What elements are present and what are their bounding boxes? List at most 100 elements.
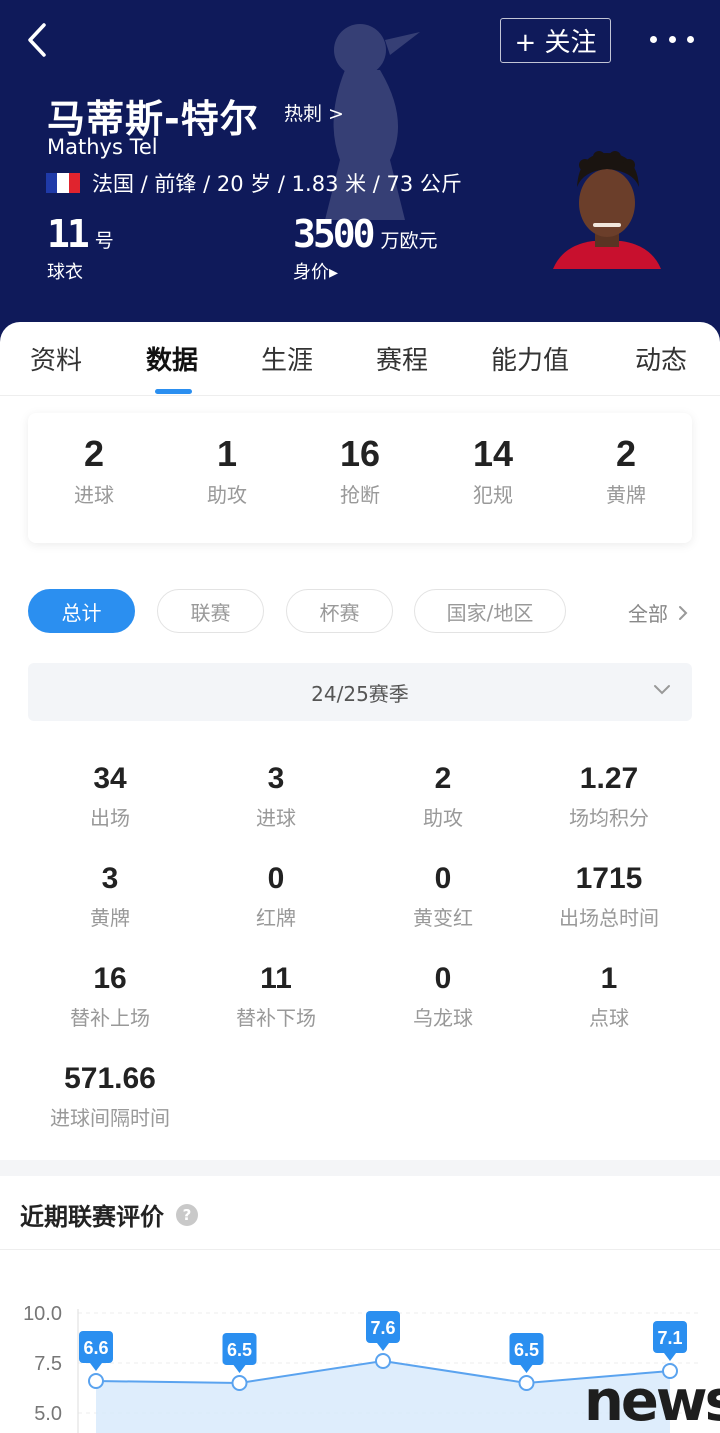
france-flag-icon <box>46 173 80 193</box>
filter-total[interactable]: 总计 <box>28 589 135 633</box>
summary-value: 16 <box>339 433 381 474</box>
help-icon[interactable]: ? <box>176 1203 198 1226</box>
filter-all-label: 全部 <box>628 602 668 626</box>
summary-label: 抢断 <box>340 483 380 507</box>
stat-value: 16 <box>93 962 127 995</box>
stat-value: 34 <box>93 762 127 795</box>
shirt-label: 球衣 <box>47 262 83 283</box>
stat-item: 0 红牌 <box>193 862 359 931</box>
market-value-block[interactable]: 3500 万欧元 身价▸ <box>293 212 438 284</box>
stat-value: 11 <box>260 962 292 995</box>
player-info-row: 法国 / 前锋 / 20 岁 / 1.83 米 / 73 公斤 <box>46 168 462 198</box>
summary-card: 2 进球 1 助攻 16 抢断 14 犯规 2 黄牌 <box>28 413 692 543</box>
stat-item: 3 进球 <box>193 762 359 831</box>
season-selector[interactable]: 24/25赛季 <box>28 663 692 721</box>
stat-label: 黄变红 <box>413 906 473 930</box>
stat-item: 1715 出场总时间 <box>526 862 692 931</box>
summary-label: 黄牌 <box>606 483 646 507</box>
stat-value: 571.66 <box>64 1062 156 1095</box>
stat-label: 场均积分 <box>569 806 649 830</box>
stat-label: 点球 <box>589 1006 629 1030</box>
rating-point <box>518 1375 535 1391</box>
y-tick-label: 10.0 <box>23 1303 62 1325</box>
summary-item: 16 抢断 <box>294 413 426 508</box>
player-header: + 关注 马蒂斯-特尔 热刺 > Mathys Tel 法国 / 前锋 / 20… <box>0 0 720 345</box>
stat-label: 黄牌 <box>90 906 130 930</box>
stat-label: 出场总时间 <box>559 906 659 930</box>
rating-data-label: 6.5 <box>227 1340 252 1360</box>
filter-cup[interactable]: 杯赛 <box>286 589 393 633</box>
stat-value: 2 <box>434 762 452 795</box>
chevron-down-icon <box>654 685 670 695</box>
stat-item: 1.27 场均积分 <box>526 762 692 831</box>
y-tick-label: 5.0 <box>34 1403 62 1425</box>
rating-label-pointer <box>377 1343 389 1351</box>
tab-news[interactable]: 动态 <box>635 340 687 377</box>
summary-item: 14 犯规 <box>427 413 559 508</box>
rating-data-label: 7.1 <box>657 1328 682 1348</box>
rating-divider <box>0 1249 720 1250</box>
rating-data-label: 6.5 <box>514 1340 539 1360</box>
tab-data[interactable]: 数据 <box>146 340 198 377</box>
stat-item: 2 助攻 <box>360 762 526 831</box>
tab-bar: 资料 数据 生涯 赛程 能力值 动态 <box>0 322 720 396</box>
y-tick-label: 7.5 <box>34 1353 62 1375</box>
shirt-number-block: 11 号 球衣 <box>47 212 114 284</box>
news-watermark: news <box>584 1369 720 1433</box>
stat-value: 0 <box>267 862 285 895</box>
stat-label: 进球间隔时间 <box>50 1106 170 1130</box>
stat-item: 34 出场 <box>27 762 193 831</box>
rating-data-label: 6.6 <box>83 1338 108 1358</box>
tab-schedule[interactable]: 赛程 <box>376 340 428 377</box>
stat-label: 进球 <box>256 806 296 830</box>
filter-national[interactable]: 国家/地区 <box>414 589 566 633</box>
summary-label: 助攻 <box>207 483 247 507</box>
filter-league[interactable]: 联赛 <box>157 589 264 633</box>
stat-value: 1715 <box>575 862 643 895</box>
rating-label-pointer <box>664 1353 676 1361</box>
player-info-text: 法国 / 前锋 / 20 岁 / 1.83 米 / 73 公斤 <box>92 172 462 196</box>
team-link[interactable]: 热刺 > <box>284 99 344 126</box>
summary-value: 1 <box>216 433 238 474</box>
stat-value: 3 <box>267 762 285 795</box>
player-name-en: Mathys Tel <box>47 135 158 159</box>
stat-label: 乌龙球 <box>413 1006 473 1030</box>
summary-value: 14 <box>472 433 514 474</box>
chevron-right-icon <box>679 605 688 620</box>
summary-item: 2 进球 <box>28 413 160 508</box>
rating-point <box>231 1375 248 1391</box>
stat-value: 1 <box>600 962 618 995</box>
summary-label: 进球 <box>74 483 114 507</box>
stat-item: 0 黄变红 <box>360 862 526 931</box>
season-label: 24/25赛季 <box>311 681 409 706</box>
rating-point <box>375 1353 391 1369</box>
follow-button[interactable]: + 关注 <box>500 18 611 63</box>
stat-value: 1.27 <box>579 762 639 795</box>
active-tab-indicator <box>155 389 192 394</box>
summary-item: 2 黄牌 <box>560 413 692 508</box>
tab-career[interactable]: 生涯 <box>261 340 313 377</box>
back-arrow-icon[interactable] <box>20 20 56 60</box>
tab-ability[interactable]: 能力值 <box>491 340 569 377</box>
stat-value: 0 <box>434 962 452 995</box>
shirt-number: 11 <box>47 212 90 256</box>
rating-section-title: 近期联赛评价 ? <box>20 1197 198 1232</box>
stat-item: 1 点球 <box>526 962 692 1031</box>
stat-value: 0 <box>434 862 452 895</box>
rating-label-pointer <box>90 1363 102 1371</box>
tab-profile[interactable]: 资料 <box>30 340 82 377</box>
rating-title-text: 近期联赛评价 <box>20 1203 164 1231</box>
more-dots-icon[interactable] <box>650 22 694 56</box>
stat-item: 0 乌龙球 <box>360 962 526 1031</box>
filter-all-link[interactable]: 全部 <box>628 598 692 627</box>
stat-item: 16 替补上场 <box>27 962 193 1031</box>
stat-label: 替补下场 <box>236 1006 316 1030</box>
rating-label-pointer <box>233 1365 246 1373</box>
stat-item: 571.66 进球间隔时间 <box>27 1062 193 1131</box>
summary-value: 2 <box>83 433 105 474</box>
stat-item: 11 替补下场 <box>193 962 359 1031</box>
stat-label: 助攻 <box>423 806 463 830</box>
shirt-unit: 号 <box>94 230 114 252</box>
rating-point <box>88 1373 104 1389</box>
market-value-unit: 万欧元 <box>380 230 438 252</box>
